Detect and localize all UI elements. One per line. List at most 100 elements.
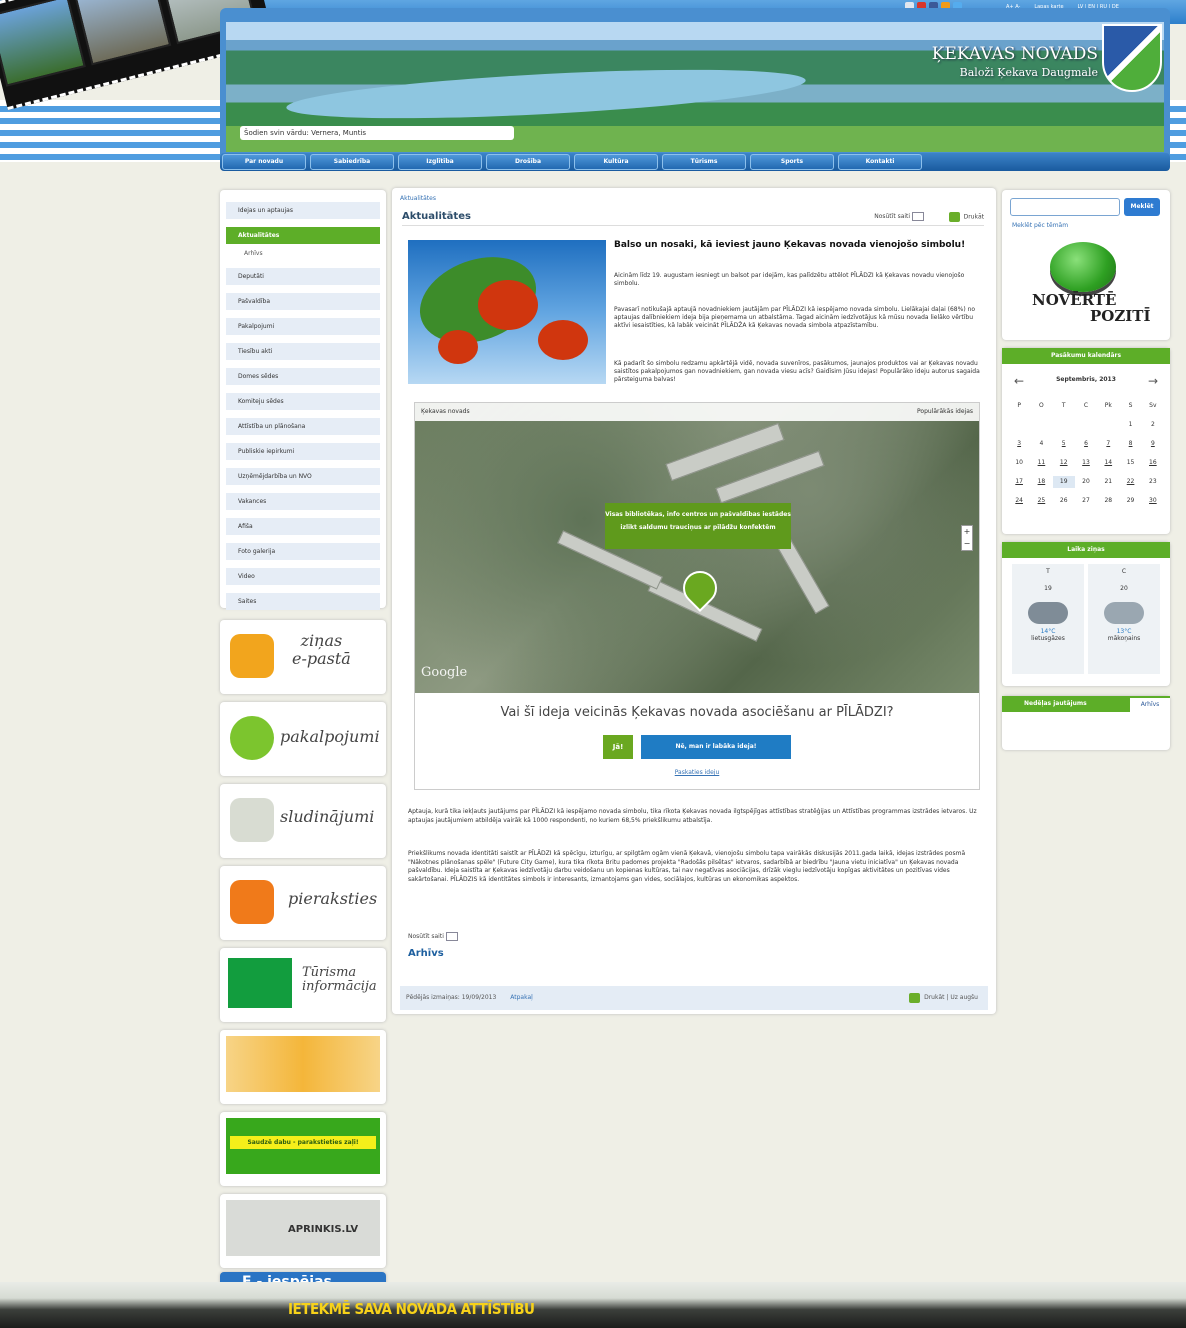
menu-item-iepirkumi[interactable]: Publiskie iepirkumi: [226, 443, 380, 460]
flags-event-banner[interactable]: [220, 1030, 386, 1104]
menu-item-foto-galerija[interactable]: Foto galerija: [226, 543, 380, 560]
weather-title: Laika ziņas: [1002, 542, 1170, 558]
menu-item-attistiba[interactable]: Attīstība un plānošana: [226, 418, 380, 435]
menu-item-idejas[interactable]: Idejas un aptaujas: [226, 202, 380, 219]
info-icon: [228, 958, 292, 1008]
calendar-day[interactable]: 16: [1142, 457, 1164, 469]
mail-icon: [445, 932, 458, 941]
calendar-day[interactable]: 5: [1053, 438, 1075, 450]
send-link-button[interactable]: Nosūtīt saiti: [874, 212, 924, 221]
print-top-links[interactable]: Drukāt | Uz augšu: [909, 986, 978, 1010]
berry-cluster: [478, 280, 538, 330]
last-changed: Pēdējās izmaiņas: 19/09/2013: [406, 994, 497, 1001]
vote-no-button[interactable]: Nē, man ir labāka ideja!: [641, 735, 791, 759]
menu-item-pakalpojumi[interactable]: Pakalpojumi: [226, 318, 380, 335]
mail-icon: [912, 212, 924, 221]
menu-item-tiesibu-akti[interactable]: Tiesību akti: [226, 343, 380, 360]
calendar-day[interactable]: 24: [1008, 495, 1030, 507]
berry-cluster: [538, 320, 588, 360]
email-news-banner[interactable]: ziņas e-pastā: [220, 620, 386, 694]
nav-drosiba[interactable]: Drošība: [486, 154, 570, 170]
send-link-button-bottom[interactable]: Nosūtīt saiti: [408, 932, 458, 941]
main-content: Aktualitātes Aktualitātes Nosūtīt saiti …: [392, 188, 996, 1014]
menu-item-pasvaldiba[interactable]: Pašvaldība: [226, 293, 380, 310]
calendar-day[interactable]: 18: [1030, 476, 1052, 488]
calendar-day[interactable]: 6: [1075, 438, 1097, 450]
e-services-banner[interactable]: pakalpojumi: [220, 702, 386, 776]
article-body: Priekšlikums novada identitāti saistīt a…: [408, 850, 966, 883]
calendar-day[interactable]: 22: [1119, 476, 1141, 488]
search-input[interactable]: [1010, 198, 1120, 216]
nav-par-novadu[interactable]: Par novadu: [222, 154, 306, 170]
map-zoom-control[interactable]: + −: [961, 525, 973, 551]
print-button[interactable]: Drukāt: [948, 212, 984, 222]
calendar-day[interactable]: 25: [1030, 495, 1052, 507]
menu-item-deputati[interactable]: Deputāti: [226, 268, 380, 285]
weekly-question-tab[interactable]: Nedēļas jautājums Arhīvs: [1002, 696, 1170, 712]
calendar-day[interactable]: 13: [1075, 457, 1097, 469]
calendar-day[interactable]: 17: [1008, 476, 1030, 488]
calendar-day[interactable]: 30: [1142, 495, 1164, 507]
weekday-header: P: [1017, 402, 1021, 409]
calendar-day[interactable]: 14: [1097, 457, 1119, 469]
menu-item-domes-sedes[interactable]: Domes sēdes: [226, 368, 380, 385]
map-header: Ķekavas novads Populārākās idejas: [415, 403, 979, 421]
calendar-day: [1053, 419, 1075, 431]
site-brand[interactable]: ĶEKAVAS NOVADS Baloži Ķekava Daugmale: [932, 44, 1098, 79]
popular-ideas-tab[interactable]: Populārākās idejas: [917, 403, 973, 421]
calendar-day[interactable]: 11: [1030, 457, 1052, 469]
classifieds-banner[interactable]: sludinājumi: [220, 784, 386, 858]
menu-item-aktualitates[interactable]: Aktualitātes: [226, 227, 380, 244]
next-month-arrow-icon[interactable]: →: [1148, 374, 1158, 388]
menu-item-uznemejdarbiba[interactable]: Uzņēmējdarbība un NVO: [226, 468, 380, 485]
nav-izglitiba[interactable]: Izglītība: [398, 154, 482, 170]
calendar-day[interactable]: 8: [1119, 438, 1141, 450]
calendar-day: [1030, 419, 1052, 431]
nav-sports[interactable]: Sports: [750, 154, 834, 170]
menu-item-afisa[interactable]: Afiša: [226, 518, 380, 535]
rss-banner[interactable]: pieraksties: [220, 866, 386, 940]
calendar-day: 10: [1015, 459, 1023, 466]
green-signature-banner[interactable]: Saudzē dabu - parakstieties zaļi!: [220, 1112, 386, 1186]
calendar-day: 19: [1052, 476, 1075, 488]
site-title: ĶEKAVAS NOVADS: [931, 44, 1098, 64]
calendar-day[interactable]: 12: [1053, 457, 1075, 469]
archive-link[interactable]: Arhīvs: [408, 948, 444, 959]
vote-yes-button[interactable]: Jā!: [603, 735, 633, 759]
calendar-grid: P O T C Pk S Sv 1 2 3 4 5 6 7 8 9 10 11 12 13 14 15 16 17 18 19 20…: [1008, 400, 1164, 507]
weekday-header: O: [1039, 402, 1044, 409]
rate-positive-label[interactable]: NOVĒRTĒ POZITĪ: [1032, 292, 1151, 324]
aprinkis-image: APRINKIS.LV: [226, 1200, 380, 1256]
search-by-topic-link[interactable]: Meklēt pēc tēmām: [1012, 222, 1068, 229]
menu-item-vakances[interactable]: Vakances: [226, 493, 380, 510]
menu-item-saites[interactable]: Saites: [226, 593, 380, 610]
email-icon: [230, 634, 274, 678]
nav-kultura[interactable]: Kultūra: [574, 154, 658, 170]
nav-sabiedriba[interactable]: Sabiedrība: [310, 154, 394, 170]
menu-item-komiteju-sedes[interactable]: Komiteju sēdes: [226, 393, 380, 410]
menu-item-video[interactable]: Video: [226, 568, 380, 585]
calendar-day[interactable]: 9: [1142, 438, 1164, 450]
breadcrumb[interactable]: Aktualitātes: [400, 195, 436, 202]
tourism-info-banner[interactable]: Tūrisma informācija: [220, 948, 386, 1022]
back-link[interactable]: Atpakaļ: [510, 994, 533, 1001]
nav-turisms[interactable]: Tūrisms: [662, 154, 746, 170]
weekday-header: S: [1128, 402, 1133, 409]
menu-sub-arhivs[interactable]: Arhīvs: [226, 248, 380, 260]
main-navigation: Par novadu Sabiedrība Izglītība Drošība …: [220, 153, 1170, 171]
rate-positive-button[interactable]: [1050, 242, 1116, 292]
satellite-map[interactable]: Ķekavas novads Populārākās idejas Visas …: [415, 403, 979, 693]
coat-of-arms-logo[interactable]: [1102, 24, 1162, 92]
nav-kontakti[interactable]: Kontakti: [838, 154, 922, 170]
view-idea-link[interactable]: Paskaties ideju: [415, 769, 979, 776]
weather-weekday: T: [1046, 568, 1050, 575]
calendar-day[interactable]: 7: [1097, 438, 1119, 450]
content-title-bar: Aktualitātes Nosūtīt saiti Drukāt: [402, 208, 984, 226]
weather-weekday: C: [1121, 568, 1127, 575]
footer-slogan: IETEKMĒ SAVA NOVADA ATTĪSTĪBU: [288, 1300, 535, 1318]
aprinkis-banner[interactable]: APRINKIS.LV: [220, 1194, 386, 1268]
site-subtitle: Baloži Ķekava Daugmale: [959, 66, 1098, 79]
search-button[interactable]: Meklēt: [1124, 198, 1160, 216]
weekly-archive-tab[interactable]: Arhīvs: [1130, 698, 1170, 712]
calendar-day[interactable]: 3: [1008, 438, 1030, 450]
